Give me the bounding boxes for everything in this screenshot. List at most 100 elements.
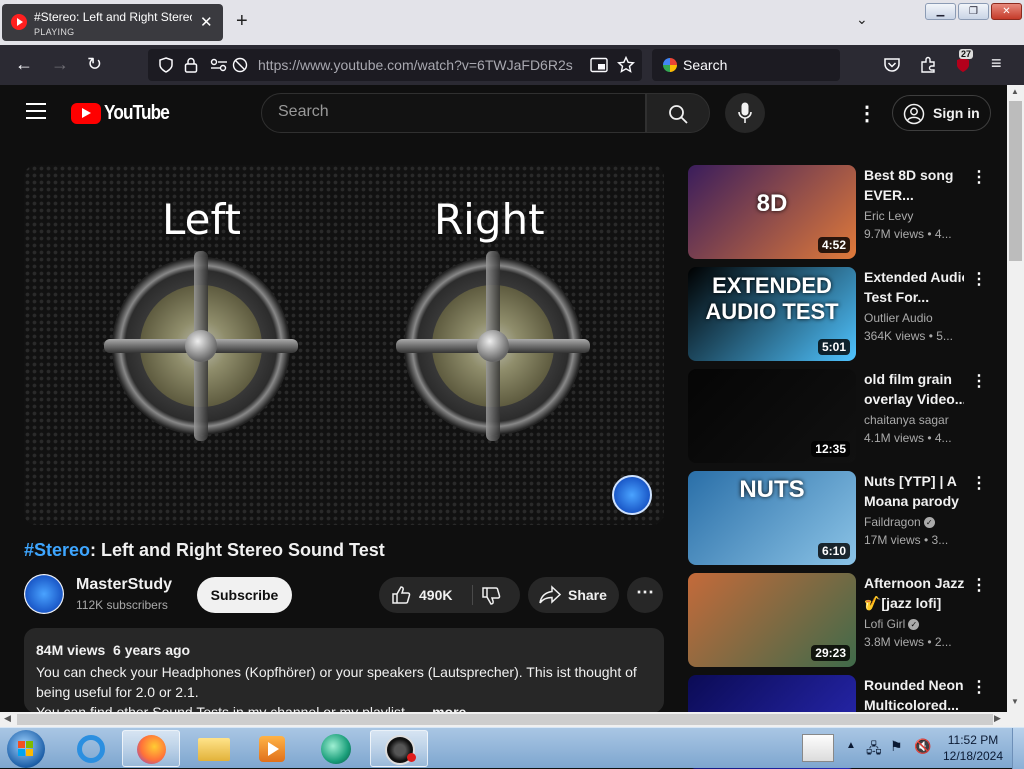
youtube-search-button[interactable] — [646, 93, 710, 133]
taskbar-media-player[interactable] — [244, 730, 302, 767]
recommended-video[interactable]: 29:23 Afternoon Jazz 🎷[jazz lofi] Lofi Girl… — [688, 573, 1006, 667]
video-thumbnail[interactable]: 12:35 — [688, 369, 856, 463]
taskbar-file-explorer[interactable] — [185, 730, 243, 767]
minimize-window-button[interactable]: ▁ — [925, 3, 956, 20]
internet-explorer-icon — [77, 735, 105, 763]
volume-muted-icon[interactable]: 🔇 — [914, 738, 931, 755]
recommended-video[interactable]: 8D 4:52 Best 8D song EVER... Eric Levy 9.7M v… — [688, 165, 1006, 259]
vertical-scrollbar[interactable]: ▲ ▼ — [1007, 85, 1024, 712]
right-speaker-graphic — [396, 251, 590, 441]
taskbar-internet-explorer[interactable] — [62, 730, 120, 767]
picture-in-picture-icon[interactable] — [590, 57, 608, 73]
recommended-video-title[interactable]: old film grain overlay Video... — [864, 369, 964, 409]
recommended-channel-name[interactable]: Outlier Audio — [864, 311, 933, 325]
maximize-window-button[interactable]: ❐ — [958, 3, 989, 20]
extensions-puzzle-icon[interactable] — [919, 56, 937, 74]
taskbar-obs[interactable] — [370, 730, 428, 767]
recommended-channel-name[interactable]: chaitanya sagar — [864, 413, 949, 427]
recommended-channel-name[interactable]: Faildragon ✓ — [864, 515, 935, 529]
recommended-video[interactable]: 12:35 old film grain overlay Video... chait… — [688, 369, 1006, 463]
close-tab-icon[interactable]: ✕ — [200, 13, 213, 31]
video-action-menu-icon[interactable]: ⋮ — [971, 677, 987, 697]
upload-age: 6 years ago — [113, 642, 191, 658]
voice-search-button[interactable] — [725, 93, 765, 133]
video-thumbnail[interactable]: NUTS 6:10 — [688, 471, 856, 565]
youtube-logo-icon[interactable] — [71, 103, 101, 124]
share-button[interactable]: Share — [528, 577, 619, 613]
video-thumbnail[interactable]: 8D 4:52 — [688, 165, 856, 259]
start-button-icon[interactable] — [7, 730, 45, 768]
video-action-menu-icon[interactable]: ⋮ — [971, 575, 987, 595]
sign-in-button[interactable]: Sign in — [892, 95, 991, 131]
browser-tab[interactable]: #Stereo: Left and Right Stereo Sound Tes… — [2, 4, 223, 41]
forward-arrow-icon[interactable]: → — [51, 54, 69, 75]
channel-name[interactable]: MasterStudy — [76, 576, 172, 594]
scroll-down-arrow-icon[interactable]: ▼ — [1011, 697, 1019, 706]
browser-search-box[interactable]: Search — [652, 49, 840, 81]
show-desktop-button[interactable] — [1012, 728, 1024, 769]
channel-avatar[interactable] — [24, 574, 64, 614]
recommended-video[interactable]: NUTS 6:10 Nuts [YTP] | A Moana parody Faildr… — [688, 471, 1006, 565]
youtube-search-input[interactable] — [278, 103, 618, 121]
video-action-menu-icon[interactable]: ⋮ — [971, 269, 987, 289]
action-center-flag-icon[interactable]: ⚑ — [890, 738, 903, 755]
reload-icon[interactable]: ↻ — [87, 54, 102, 75]
autoplay-blocked-icon[interactable] — [232, 57, 248, 73]
pocket-icon[interactable] — [883, 57, 901, 73]
tracking-shield-icon[interactable] — [158, 57, 174, 73]
video-thumbnail[interactable]: EXTENDED AUDIO TEST 5:01 — [688, 267, 856, 361]
permissions-icon[interactable] — [210, 58, 228, 72]
new-tab-button[interactable]: + — [236, 10, 248, 33]
recommended-video-title[interactable]: Nuts [YTP] | A Moana parody — [864, 471, 964, 511]
hashtag-link[interactable]: #Stereo — [24, 540, 90, 560]
recommended-video[interactable]: Rounded Neon Multicolored... ⋮ — [688, 675, 1006, 769]
pen-tablet-icon[interactable] — [802, 734, 834, 762]
video-description[interactable]: 84M views 6 years ago You can check your… — [24, 628, 664, 713]
url-bar[interactable]: https://www.youtube.com/watch?v=6TWJaFD6… — [148, 49, 642, 81]
bookmark-star-icon[interactable] — [617, 56, 635, 74]
horizontal-scrollbar-thumb[interactable] — [17, 714, 993, 725]
title-line-1: Best 8D song — [864, 167, 954, 183]
url-text[interactable]: https://www.youtube.com/watch?v=6TWJaFD6… — [258, 57, 573, 73]
youtube-search-box[interactable] — [261, 93, 646, 133]
video-player[interactable]: Left Right — [24, 165, 664, 525]
lock-icon[interactable] — [184, 57, 198, 73]
vertical-scrollbar-thumb[interactable] — [1009, 101, 1022, 261]
recommended-channel-name[interactable]: Eric Levy — [864, 209, 913, 223]
recommended-video-title[interactable]: Extended Audio Test For... — [864, 267, 964, 307]
recommended-video-title[interactable]: Afternoon Jazz 🎷[jazz lofi] — [864, 573, 964, 613]
settings-more-icon[interactable]: ⋮ — [857, 101, 877, 126]
guide-menu-icon[interactable] — [26, 103, 46, 119]
network-icon[interactable]: 🖧 — [866, 738, 882, 762]
thumbs-up-icon[interactable] — [391, 585, 411, 605]
channel-watermark-icon[interactable] — [612, 475, 652, 515]
recommended-channel-name[interactable]: Lofi Girl ✓ — [864, 617, 920, 631]
recommended-video[interactable]: EXTENDED AUDIO TEST 5:01 Extended Audio Tes… — [688, 267, 1006, 361]
like-count[interactable]: 490K — [419, 587, 452, 603]
more-actions-button[interactable]: ⋯ — [627, 577, 663, 613]
taskbar-firefox[interactable] — [122, 730, 180, 767]
video-action-menu-icon[interactable]: ⋮ — [971, 473, 987, 493]
tab-playing-status: PLAYING — [34, 27, 75, 37]
close-window-button[interactable]: ✕ — [991, 3, 1022, 20]
show-hidden-icons-chevron-icon[interactable]: ▲ — [846, 740, 856, 751]
thumbs-down-icon[interactable] — [481, 586, 501, 606]
horizontal-scrollbar[interactable]: ◀ ▶ — [0, 712, 1007, 727]
subscribe-button[interactable]: Subscribe — [197, 577, 292, 613]
scroll-left-arrow-icon[interactable]: ◀ — [4, 713, 11, 724]
scroll-up-arrow-icon[interactable]: ▲ — [1011, 87, 1019, 96]
hamburger-menu-icon[interactable]: ≡ — [991, 53, 1002, 74]
channel-text: chaitanya sagar — [864, 413, 949, 427]
recommended-video-title[interactable]: Best 8D song EVER... — [864, 165, 964, 205]
video-action-menu-icon[interactable]: ⋮ — [971, 167, 987, 187]
ublock-extension-icon[interactable] — [955, 57, 971, 73]
youtube-logo-text[interactable]: YouTube — [104, 102, 170, 125]
taskbar-app-green[interactable] — [307, 730, 365, 767]
system-clock[interactable]: 11:52 PM 12/18/2024 — [940, 732, 1006, 764]
list-all-tabs-chevron-icon[interactable]: ⌄ — [856, 11, 868, 28]
scroll-right-arrow-icon[interactable]: ▶ — [994, 713, 1001, 724]
video-action-menu-icon[interactable]: ⋮ — [971, 371, 987, 391]
video-thumbnail[interactable]: 29:23 — [688, 573, 856, 667]
recommended-video-title[interactable]: Rounded Neon Multicolored... — [864, 675, 964, 715]
back-arrow-icon[interactable]: ← — [15, 54, 33, 75]
